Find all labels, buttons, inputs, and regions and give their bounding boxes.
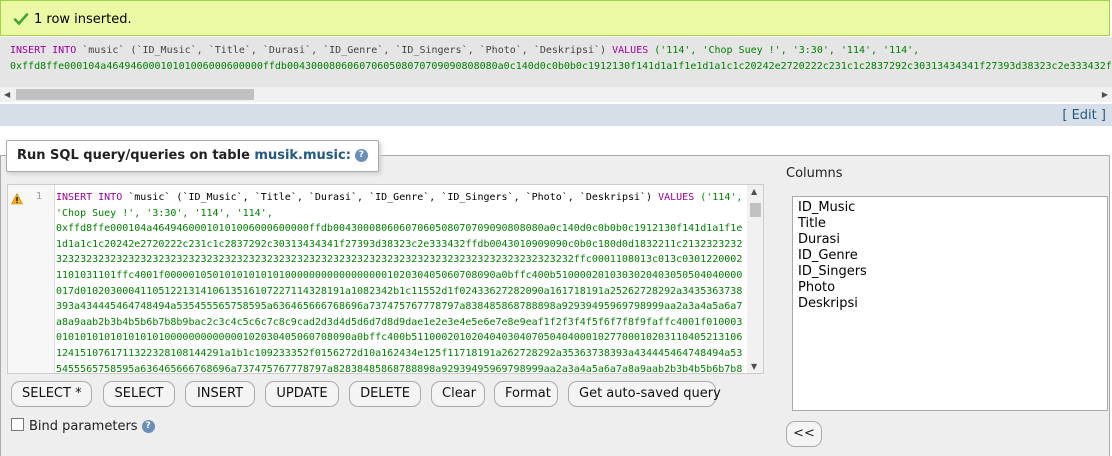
column-item[interactable]: ID_Singers <box>798 264 1102 280</box>
select-button[interactable]: SELECT <box>103 381 175 407</box>
vertical-scrollbar[interactable]: ▲ ▼ <box>747 185 763 373</box>
scroll-right-icon[interactable]: ▶ <box>1102 90 1108 99</box>
column-item[interactable]: Photo <box>798 280 1102 296</box>
select-star-button[interactable]: SELECT * <box>11 381 92 407</box>
insert-column-button[interactable]: << <box>786 421 822 447</box>
panel-legend: Run SQL query/queries on table musik.mus… <box>6 140 379 172</box>
code-insert-keyword: INSERT INTO <box>56 192 123 203</box>
sql-keyword-values: VALUES <box>612 45 649 56</box>
code-values-keyword: VALUES <box>658 192 695 203</box>
format-button[interactable]: Format <box>494 381 558 407</box>
legend-table-name: musik.music: <box>254 148 351 163</box>
line-number: 1 <box>36 191 43 202</box>
column-item[interactable]: ID_Music <box>798 200 1102 216</box>
get-autosaved-query-button[interactable]: Get auto-saved query <box>568 381 721 407</box>
columns-header: Columns <box>786 166 843 181</box>
success-text: 1 row inserted. <box>34 12 132 27</box>
warning-icon <box>11 193 23 205</box>
edit-link[interactable]: Edit <box>1072 108 1097 123</box>
scroll-left-icon[interactable]: ◀ <box>4 90 10 99</box>
scroll-down-icon[interactable]: ▼ <box>751 362 757 371</box>
editor-code[interactable]: INSERT INTO `music` (`ID_Music`, `Title`… <box>56 190 746 374</box>
legend-text: Run SQL query/queries on table <box>17 148 255 163</box>
bind-parameters[interactable]: Bind parameters? <box>11 418 155 434</box>
code-hex-blob: 0xffd8ffe000104a464946000101010060006000… <box>56 223 743 374</box>
code-values: ('114', <box>700 192 743 203</box>
edit-bar: [ Edit ] <box>0 104 1112 126</box>
bind-parameters-label: Bind parameters <box>29 419 138 434</box>
bind-parameters-checkbox[interactable] <box>11 418 24 431</box>
scroll-up-icon[interactable]: ▲ <box>751 187 757 196</box>
column-item[interactable]: ID_Genre <box>798 248 1102 264</box>
sql-columns: (`ID_Music`, `Title`, `Durasi`, `ID_Genr… <box>130 45 607 56</box>
help-icon[interactable]: ? <box>354 149 368 162</box>
code-columns: `music` (`ID_Music`, `Title`, `Durasi`, … <box>128 192 653 203</box>
sql-table: `music` <box>82 45 125 56</box>
column-item[interactable]: Deskripsi <box>798 296 1102 312</box>
update-button[interactable]: UPDATE <box>265 381 339 407</box>
editor-gutter: 1 <box>8 185 55 373</box>
insert-button[interactable]: INSERT <box>185 381 255 407</box>
sql-hex-preview: 0xffd8ffe000104a464946000101010060006000… <box>10 61 1112 72</box>
scroll-thumb[interactable] <box>16 89 254 100</box>
column-item[interactable]: Title <box>798 216 1102 232</box>
sql-keyword-insert: INSERT INTO <box>10 45 77 56</box>
delete-button[interactable]: DELETE <box>349 381 421 407</box>
sql-editor[interactable]: 1 INSERT INTO `music` (`ID_Music`, `Titl… <box>7 184 764 374</box>
horizontal-scrollbar[interactable]: ◀ ▶ <box>0 87 1112 102</box>
code-values-line2: 'Chop Suey !', '3:30', '114', '114', <box>56 207 273 219</box>
help-icon[interactable]: ? <box>141 420 155 433</box>
vscroll-thumb[interactable] <box>750 203 761 217</box>
checkmark-icon <box>13 13 29 26</box>
sql-values: ('114', 'Chop Suey !', '3:30', '114', '1… <box>654 45 920 56</box>
column-item[interactable]: Durasi <box>798 232 1102 248</box>
clear-button[interactable]: Clear <box>431 381 485 407</box>
success-message: 1 row inserted. <box>0 0 1110 36</box>
columns-list[interactable]: ID_Music Title Durasi ID_Genre ID_Singer… <box>792 196 1108 411</box>
